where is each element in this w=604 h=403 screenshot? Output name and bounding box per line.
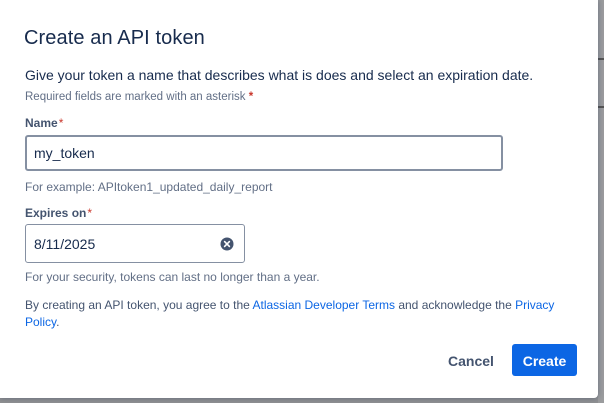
name-required-asterisk: * bbox=[58, 116, 64, 130]
required-asterisk: * bbox=[248, 91, 254, 103]
dialog-title: Create an API token bbox=[24, 27, 205, 49]
expires-required-asterisk: * bbox=[87, 206, 93, 220]
background-mark bbox=[598, 58, 604, 60]
terms-suffix: . bbox=[56, 315, 60, 329]
name-helper-text: For example: APItoken1_updated_daily_rep… bbox=[25, 180, 273, 194]
cancel-button[interactable]: Cancel bbox=[440, 344, 502, 376]
create-button[interactable]: Create bbox=[512, 344, 577, 376]
expires-field-label: Expires on* bbox=[25, 206, 92, 220]
background-mark bbox=[598, 106, 604, 108]
create-api-token-dialog: Create an API token Give your token a na… bbox=[0, 0, 598, 398]
expires-helper-text: For your security, tokens can last no lo… bbox=[25, 270, 320, 284]
expires-date-picker[interactable]: 8/11/2025 bbox=[25, 224, 245, 263]
dialog-description: Give your token a name that describes wh… bbox=[25, 67, 534, 83]
expires-label-text: Expires on bbox=[25, 206, 87, 220]
terms-notice: By creating an API token, you agree to t… bbox=[25, 297, 565, 331]
background-page-edge bbox=[598, 0, 604, 403]
name-input[interactable] bbox=[25, 135, 503, 171]
required-note-text: Required fields are marked with an aster… bbox=[25, 91, 246, 103]
expires-date-value[interactable]: 8/11/2025 bbox=[34, 236, 95, 252]
terms-prefix: By creating an API token, you agree to t… bbox=[25, 298, 253, 312]
terms-middle: and acknowledge the bbox=[395, 298, 516, 312]
required-fields-note: Required fields are marked with an aster… bbox=[25, 91, 253, 103]
clear-circle-icon[interactable] bbox=[220, 237, 234, 251]
name-field-label: Name* bbox=[25, 116, 63, 130]
developer-terms-link[interactable]: Atlassian Developer Terms bbox=[252, 298, 395, 312]
name-label-text: Name bbox=[25, 116, 58, 130]
